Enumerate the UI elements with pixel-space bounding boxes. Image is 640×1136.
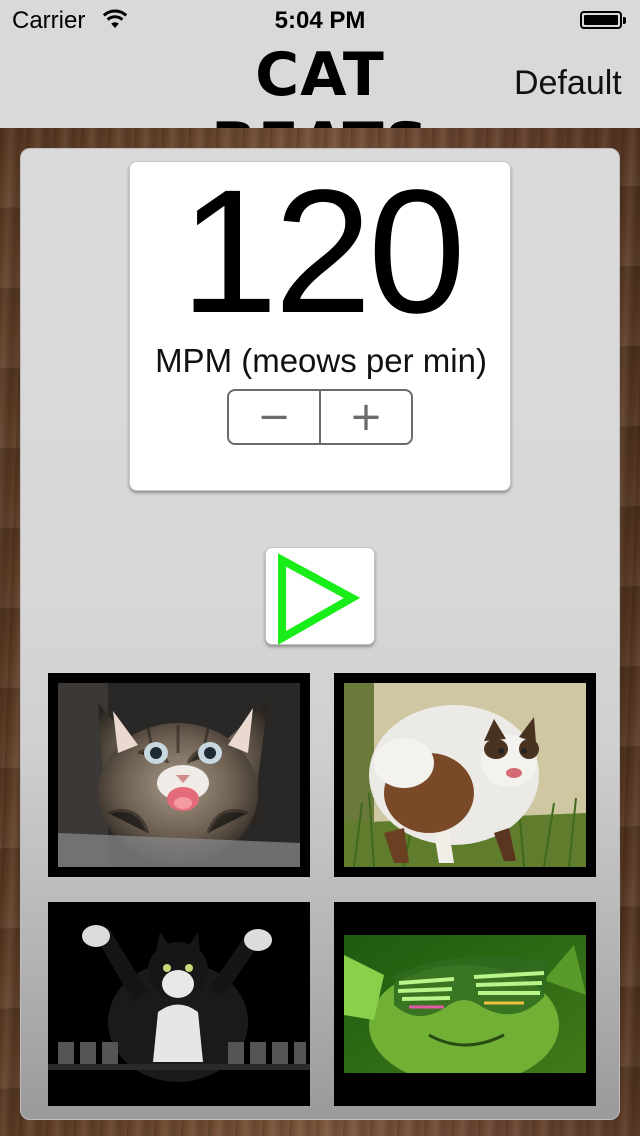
fluffy-cat-image xyxy=(344,683,586,867)
minus-icon: − xyxy=(257,394,291,440)
cat-tile-kitten[interactable] xyxy=(48,673,310,877)
kitten-image xyxy=(58,683,300,867)
tempo-stepper: − + xyxy=(227,389,413,445)
battery-icon xyxy=(580,11,626,29)
increment-button[interactable]: + xyxy=(321,391,411,443)
default-button[interactable]: Default xyxy=(514,64,622,103)
plus-icon: + xyxy=(349,394,383,440)
status-time: 5:04 PM xyxy=(274,7,366,34)
green-cat-image xyxy=(344,935,586,1073)
play-icon xyxy=(278,553,361,645)
tempo-card: 120 MPM (meows per min) − + xyxy=(129,161,511,491)
cat-tile-tuxedo[interactable] xyxy=(48,902,310,1106)
tempo-value: 120 xyxy=(180,154,466,350)
tuxedo-cat-image xyxy=(48,902,310,1106)
status-bar: Carrier 5:04 PM xyxy=(0,0,640,40)
play-button[interactable] xyxy=(265,547,375,645)
tempo-unit-label: MPM (meows per min) xyxy=(155,342,487,379)
cat-tile-fluffy[interactable] xyxy=(334,673,596,877)
cat-tile-shutter-glasses[interactable] xyxy=(334,902,596,1106)
navigation-bar: Carrier 5:04 PM CAT BEATS Default xyxy=(0,0,640,180)
decrement-button[interactable]: − xyxy=(229,391,321,443)
